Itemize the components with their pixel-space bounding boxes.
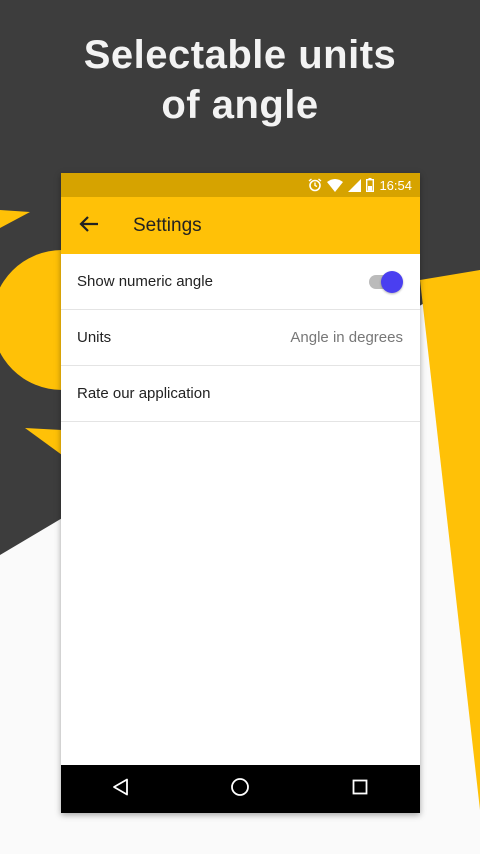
nav-home-button[interactable] (210, 765, 270, 813)
arrow-left-icon (79, 215, 99, 236)
promo-headline: Selectable units of angle (0, 30, 480, 130)
promo-headline-line-2: of angle (161, 83, 319, 127)
back-triangle-icon (112, 778, 130, 800)
status-bar: 16:54 (61, 173, 420, 197)
nav-back-button[interactable] (91, 765, 151, 813)
alarm-icon (308, 178, 322, 192)
settings-list: Show numeric angle Units Angle in degree… (61, 254, 420, 422)
navigation-bar (61, 765, 420, 813)
status-time: 16:54 (379, 177, 412, 193)
setting-show-numeric-angle-label: Show numeric angle (77, 273, 213, 290)
battery-icon (366, 178, 375, 192)
phone-screen: 16:54 Settings Show numeric angle Units … (61, 173, 420, 813)
setting-units-value: Angle in degrees (290, 329, 403, 346)
setting-units-label: Units (77, 329, 112, 346)
setting-units[interactable]: Units Angle in degrees (61, 310, 420, 366)
recents-square-icon (352, 779, 368, 799)
wifi-icon (327, 178, 344, 192)
setting-show-numeric-angle[interactable]: Show numeric angle (61, 254, 420, 310)
back-button[interactable] (61, 197, 117, 254)
nav-recents-button[interactable] (330, 765, 390, 813)
setting-rate-app[interactable]: Rate our application (61, 366, 420, 422)
promo-headline-line-1: Selectable units (83, 33, 397, 77)
show-numeric-angle-toggle[interactable] (367, 270, 403, 293)
home-circle-icon (230, 777, 250, 801)
toggle-thumb (381, 270, 403, 293)
app-bar: Settings (61, 197, 420, 254)
page-title: Settings (133, 214, 202, 236)
signal-icon (348, 178, 362, 192)
setting-rate-app-label: Rate our application (77, 385, 211, 402)
